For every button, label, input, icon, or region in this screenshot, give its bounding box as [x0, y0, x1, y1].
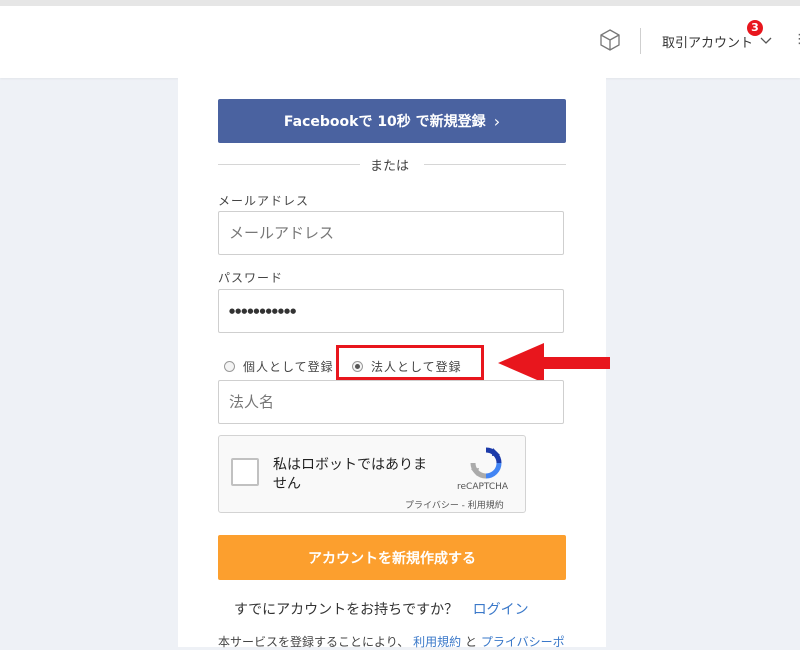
divider-left [218, 164, 360, 165]
recaptcha-logo-icon [470, 447, 502, 479]
facebook-signup-button[interactable]: Facebookで 10秒 で新規登録 › [218, 99, 566, 143]
have-account-row: すでにアカウントをお持ちですか？ ログイン [234, 599, 529, 619]
have-account-text: すでにアカウントをお持ちですか？ [234, 602, 459, 618]
company-name-field[interactable] [218, 380, 564, 424]
top-header: 取引アカウント 3 ⋮ [0, 6, 800, 78]
radio-circle [224, 361, 235, 372]
divider-right [424, 164, 566, 165]
chevron-down-icon[interactable] [760, 36, 772, 46]
create-account-button[interactable]: アカウントを新規作成する [218, 535, 566, 580]
header-divider [640, 28, 641, 54]
terms-notice: 本サービスを登録することにより、 利用規約 と プライバシーポ [218, 633, 565, 650]
radio-individual-label: 個人として登録 [243, 360, 334, 374]
highlight-box [336, 345, 484, 380]
notification-badge: 3 [747, 20, 763, 36]
recaptcha-links[interactable]: プライバシー - 利用規約 [405, 498, 504, 511]
or-separator: または [370, 159, 410, 174]
account-menu-label[interactable]: 取引アカウント [662, 32, 753, 51]
more-menu[interactable]: ⋮ [793, 32, 800, 47]
chevron-right-icon: › [493, 111, 501, 131]
recaptcha-checkbox[interactable] [231, 458, 259, 486]
recaptcha-text: 私はロボットではありません [273, 457, 427, 492]
radio-individual[interactable]: 個人として登録 [224, 358, 334, 375]
password-field[interactable]: ●●●●●●●●●●● [218, 289, 564, 333]
email-field[interactable] [218, 211, 564, 255]
cube-icon[interactable] [598, 28, 622, 52]
password-label: パスワード [218, 271, 284, 285]
recaptcha-widget: 私はロボットではありません reCAPTCHA プライバシー - 利用規約 [218, 435, 526, 513]
login-link[interactable]: ログイン [473, 602, 529, 618]
facebook-signup-label: Facebookで 10秒 で新規登録 [283, 114, 486, 130]
email-label: メールアドレス [218, 194, 310, 208]
recaptcha-brand: reCAPTCHA [457, 482, 509, 492]
